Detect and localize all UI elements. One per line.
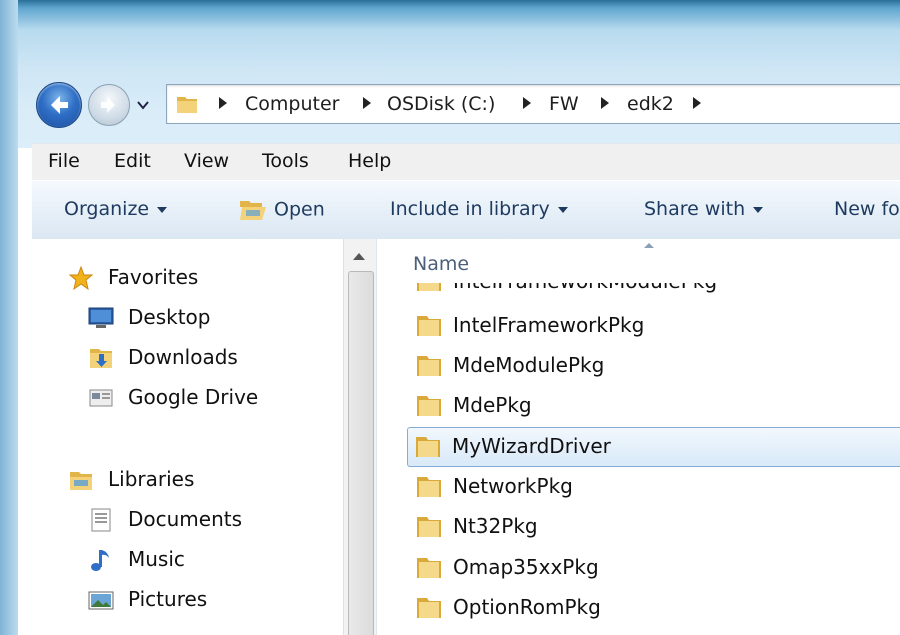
nav-desktop-label: Desktop (128, 305, 211, 329)
navigation-pane: Favorites Desktop Downloads Google Drive… (32, 239, 372, 635)
file-name: IntelFrameworkModulePkg (453, 283, 717, 293)
open-label: Open (274, 198, 325, 221)
folder-icon (417, 598, 441, 618)
include-label: Include in library (390, 198, 550, 220)
google-drive-icon (89, 389, 113, 407)
file-name: MyWizardDriver (452, 434, 611, 458)
back-button[interactable] (36, 82, 82, 128)
pictures-icon (88, 591, 114, 610)
menu-tools[interactable]: Tools (262, 150, 309, 172)
command-bar: Organize Open Include in library Share w… (32, 180, 900, 240)
folder-icon (417, 283, 441, 291)
pane-splitter[interactable] (376, 239, 389, 635)
column-header-name[interactable]: Name (413, 253, 469, 275)
breadcrumb-separator[interactable] (601, 97, 609, 109)
menu-edit[interactable]: Edit (114, 150, 151, 172)
folder-icon (177, 97, 197, 113)
file-row[interactable]: IntelFrameworkPkg (409, 307, 900, 345)
breadcrumb-separator[interactable] (523, 97, 531, 109)
file-name: MdePkg (453, 393, 532, 417)
navigation-scrollbar[interactable] (343, 239, 376, 635)
nav-music-label: Music (128, 547, 185, 571)
explorer-window: Computer OSDisk (C:) FW edk2 File Edit V… (0, 0, 900, 635)
file-row-partial[interactable] (409, 627, 900, 635)
file-row-selected[interactable]: MyWizardDriver (407, 427, 900, 467)
file-name: OptionRomPkg (453, 595, 601, 619)
organize-button[interactable]: Organize (64, 198, 168, 220)
file-name: MdeModulePkg (453, 353, 605, 377)
scrollbar-thumb[interactable] (348, 271, 374, 635)
breadcrumb-separator[interactable] (693, 97, 701, 109)
file-row[interactable]: OptionRomPkg (409, 589, 900, 627)
dropdown-caret-icon (157, 206, 168, 213)
libraries-icon (70, 472, 92, 490)
recent-pages-chevron-icon[interactable] (136, 99, 150, 111)
organize-label: Organize (64, 198, 150, 220)
dropdown-caret-icon (753, 206, 764, 213)
menu-help[interactable]: Help (348, 150, 391, 172)
include-in-library-button[interactable]: Include in library (390, 198, 568, 220)
music-note-icon (91, 550, 109, 571)
file-row[interactable]: Nt32Pkg (409, 508, 900, 546)
scroll-up-arrow-icon[interactable] (353, 253, 365, 260)
nav-pictures-label: Pictures (128, 587, 208, 611)
file-row[interactable]: MdePkg (409, 387, 900, 425)
arrow-left-icon (51, 96, 68, 114)
breadcrumb-computer[interactable]: Computer (245, 93, 339, 115)
file-name: Omap35xxPkg (453, 555, 599, 579)
file-list: Name IntelFrameworkModulePkg IntelFramew… (389, 239, 900, 635)
nav-google-drive-label: Google Drive (128, 385, 259, 409)
breadcrumb-osdisk[interactable]: OSDisk (C:) (387, 93, 495, 115)
sort-ascending-icon (644, 243, 654, 248)
folder-icon (417, 517, 441, 537)
navigation-buttons (36, 80, 166, 128)
open-folder-icon (240, 201, 266, 220)
nav-libraries-label: Libraries (108, 467, 195, 491)
star-icon (68, 265, 94, 291)
file-name: IntelFrameworkPkg (453, 313, 645, 337)
share-with-button[interactable]: Share with (644, 198, 764, 220)
dropdown-caret-icon (557, 206, 568, 213)
address-bar[interactable]: Computer OSDisk (C:) FW edk2 (166, 84, 900, 124)
documents-icon (91, 508, 111, 532)
nav-downloads-label: Downloads (128, 345, 238, 369)
folder-icon (417, 558, 441, 578)
folder-icon (417, 356, 441, 376)
folder-icon (416, 437, 440, 457)
nav-documents-label: Documents (128, 507, 243, 531)
file-row[interactable]: MdeModulePkg (409, 347, 900, 385)
file-row[interactable]: IntelFrameworkModulePkg (409, 283, 900, 299)
folder-icon (417, 477, 441, 497)
folder-icon (417, 316, 441, 336)
menu-bar: File Edit View Tools Help (32, 143, 900, 180)
arrow-right-icon (101, 97, 115, 113)
breadcrumb-edk2[interactable]: edk2 (627, 93, 674, 115)
file-row[interactable]: NetworkPkg (409, 468, 900, 506)
desktop-icon (88, 307, 114, 328)
menu-file[interactable]: File (48, 150, 80, 172)
file-name: Nt32Pkg (453, 514, 538, 538)
breadcrumb-fw[interactable]: FW (549, 93, 579, 115)
downloads-folder-icon (90, 349, 112, 368)
menu-view[interactable]: View (184, 150, 229, 172)
forward-button[interactable] (88, 84, 130, 126)
file-name: NetworkPkg (453, 474, 573, 498)
file-row[interactable]: Omap35xxPkg (409, 549, 900, 587)
open-button[interactable]: Open (238, 198, 325, 222)
breadcrumb-separator[interactable] (219, 97, 227, 109)
new-folder-label: New fo (834, 198, 900, 220)
nav-favorites-label: Favorites (108, 265, 199, 289)
share-label: Share with (644, 198, 746, 220)
breadcrumb-separator[interactable] (363, 97, 371, 109)
new-folder-button[interactable]: New fo (834, 198, 900, 220)
folder-icon (417, 396, 441, 416)
